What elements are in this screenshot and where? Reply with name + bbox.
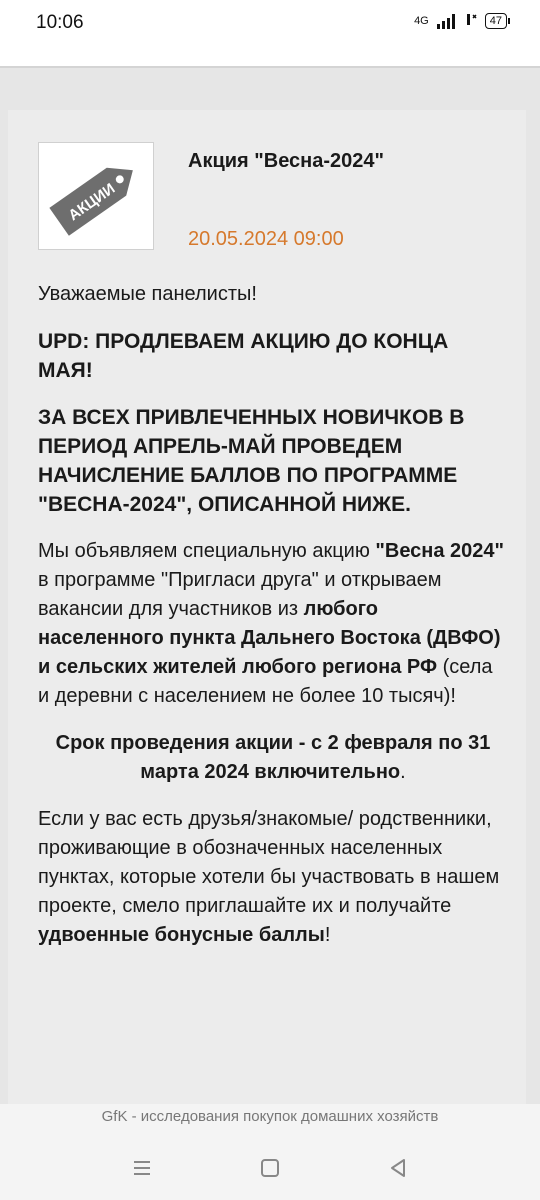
no-sim-icon [463, 12, 477, 30]
header-band [0, 46, 540, 66]
status-icons: 4G 47 [414, 12, 510, 30]
status-time: 10:06 [36, 12, 84, 33]
post-body: Уважаемые панелисты! UPD: ПРОДЛЕВАЕМ АКЦ… [38, 280, 508, 968]
home-nav-icon[interactable] [256, 1154, 284, 1182]
status-bar: 10:06 4G 47 [0, 0, 540, 46]
signal-icon [436, 13, 455, 29]
battery-level: 47 [484, 13, 507, 29]
back-nav-icon[interactable] [384, 1154, 412, 1182]
battery-icon: 47 [484, 13, 510, 29]
update-notice: UPD: ПРОДЛЕВАЕМ АКЦИЮ ДО КОНЦА МАЯ! [38, 330, 449, 382]
post-date: 20.05.2024 09:00 [188, 228, 344, 250]
menu-nav-icon[interactable] [128, 1154, 156, 1182]
announcement: ЗА ВСЕХ ПРИВЛЕЧЕННЫХ НОВИЧКОВ В ПЕРИОД А… [38, 406, 465, 516]
promo-term: Срок проведения акции - с 2 февраля по 3… [55, 732, 491, 783]
greeting: Уважаемые панелисты! [38, 283, 257, 305]
promo-description: Мы объявляем специальную акцию "Весна 20… [38, 540, 505, 707]
footer: GfK - исследования покупок домашних хозя… [0, 1104, 540, 1200]
header-divider [0, 66, 540, 68]
network-type: 4G [414, 15, 429, 27]
post-title: Акция "Весна-2024" [188, 150, 385, 172]
footer-caption: GfK - исследования покупок домашних хозя… [101, 1108, 439, 1125]
invite-paragraph: Если у вас есть друзья/знакомые/ родстве… [38, 808, 500, 946]
promo-thumbnail[interactable]: АКЦИИ [38, 142, 154, 250]
post-card: АКЦИИ Акция "Весна-2024" 20.05.2024 09:0… [8, 110, 526, 1110]
